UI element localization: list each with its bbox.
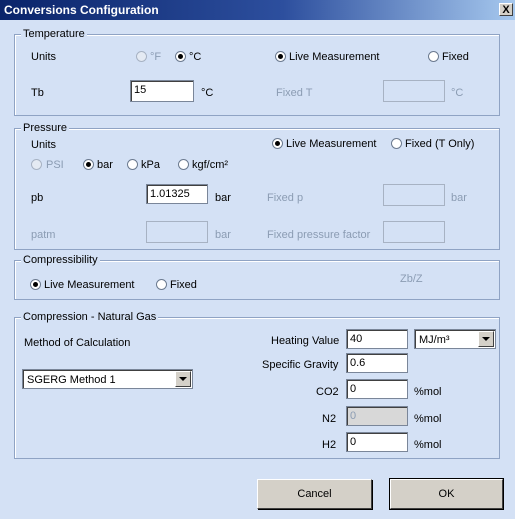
- fixed-t-label: Fixed T: [276, 87, 313, 99]
- fixed-pressure-factor-label: Fixed pressure factor: [267, 229, 371, 241]
- pressure-fixed-t-only-radio[interactable]: [391, 138, 402, 149]
- title-bar: Conversions Configuration X: [0, 0, 515, 20]
- temperature-live-measurement-radio[interactable]: [275, 51, 286, 62]
- pb-label: pb: [31, 192, 44, 204]
- compressibility-fixed-radio[interactable]: [156, 279, 167, 290]
- pressure-unit-kgf-label: kgf/cm²: [192, 159, 229, 171]
- zb-z-label: Zb/Z: [400, 273, 423, 285]
- fixed-p-label: Fixed p: [267, 192, 304, 204]
- h2-label: H2: [322, 439, 337, 451]
- heating-value-input[interactable]: 40: [346, 329, 408, 349]
- chevron-down-icon[interactable]: [175, 371, 191, 387]
- temperature-units-label: Units: [31, 51, 57, 63]
- method-of-calculation-select[interactable]: SGERG Method 1: [22, 369, 193, 389]
- method-of-calculation-value: SGERG Method 1: [27, 374, 116, 386]
- pressure-live-measurement-label: Live Measurement: [286, 138, 377, 150]
- pb-unit-label: bar: [215, 192, 231, 204]
- heating-value-unit-select[interactable]: MJ/m³: [414, 329, 496, 349]
- compressibility-group-label: Compressibility: [21, 253, 100, 267]
- pressure-fixed-t-only-label: Fixed (T Only): [405, 138, 475, 150]
- patm-label: patm: [31, 229, 56, 241]
- temperature-fixed-radio[interactable]: [428, 51, 439, 62]
- pressure-unit-kpa-radio[interactable]: [127, 159, 138, 170]
- close-button[interactable]: X: [499, 3, 513, 16]
- pressure-unit-kpa-label: kPa: [141, 159, 160, 171]
- fixed-pressure-factor-input[interactable]: [383, 221, 445, 243]
- temperature-group: Temperature: [14, 27, 500, 116]
- compressibility-live-measurement-radio[interactable]: [30, 279, 41, 290]
- fixed-t-input[interactable]: [383, 80, 445, 102]
- pressure-unit-psi-label: PSI: [46, 159, 64, 171]
- specific-gravity-input[interactable]: 0.6: [346, 353, 408, 373]
- temperature-group-label: Temperature: [21, 27, 87, 41]
- tb-unit-label: °C: [201, 87, 214, 99]
- h2-unit-label: %mol: [414, 439, 442, 451]
- specific-gravity-label: Specific Gravity: [262, 359, 339, 371]
- compressibility-fixed-label: Fixed: [170, 279, 197, 291]
- compression-group-label: Compression - Natural Gas: [21, 310, 159, 324]
- chevron-down-icon[interactable]: [478, 331, 494, 347]
- heating-value-unit-value: MJ/m³: [419, 334, 450, 346]
- cancel-button[interactable]: Cancel: [257, 479, 372, 509]
- patm-unit-label: bar: [215, 229, 231, 241]
- pressure-unit-kgf-radio[interactable]: [178, 159, 189, 170]
- temperature-unit-c-radio[interactable]: [175, 51, 186, 62]
- n2-label: N2: [322, 413, 337, 425]
- tb-input[interactable]: 15: [130, 80, 194, 102]
- temperature-unit-f-label: °F: [150, 51, 162, 63]
- co2-unit-label: %mol: [414, 386, 442, 398]
- temperature-live-measurement-label: Live Measurement: [289, 51, 380, 63]
- fixed-t-unit-label: °C: [451, 87, 464, 99]
- pressure-group-label: Pressure: [21, 121, 70, 135]
- pb-input[interactable]: 1.01325: [146, 184, 208, 204]
- temperature-fixed-label: Fixed: [442, 51, 469, 63]
- temperature-unit-f-radio[interactable]: [136, 51, 147, 62]
- patm-input[interactable]: [146, 221, 208, 243]
- window-title: Conversions Configuration: [4, 3, 159, 17]
- co2-input[interactable]: 0: [346, 379, 408, 399]
- fixed-p-input[interactable]: [383, 184, 445, 206]
- h2-input[interactable]: 0: [346, 432, 408, 452]
- co2-label: CO2: [316, 386, 339, 398]
- pressure-unit-bar-radio[interactable]: [83, 159, 94, 170]
- conversions-configuration-dialog: Conversions Configuration X Temperature …: [0, 0, 515, 519]
- pressure-unit-psi-radio[interactable]: [31, 159, 42, 170]
- pressure-unit-bar-label: bar: [97, 159, 113, 171]
- pressure-units-label: Units: [31, 139, 57, 151]
- pressure-live-measurement-radio[interactable]: [272, 138, 283, 149]
- n2-input[interactable]: 0: [346, 406, 408, 426]
- n2-unit-label: %mol: [414, 413, 442, 425]
- temperature-unit-c-label: °C: [189, 51, 202, 63]
- fixed-p-unit-label: bar: [451, 192, 467, 204]
- compressibility-live-measurement-label: Live Measurement: [44, 279, 135, 291]
- tb-label: Tb: [31, 87, 44, 99]
- ok-button[interactable]: OK: [389, 478, 504, 510]
- heating-value-label: Heating Value: [271, 335, 340, 347]
- method-of-calculation-label: Method of Calculation: [24, 337, 131, 349]
